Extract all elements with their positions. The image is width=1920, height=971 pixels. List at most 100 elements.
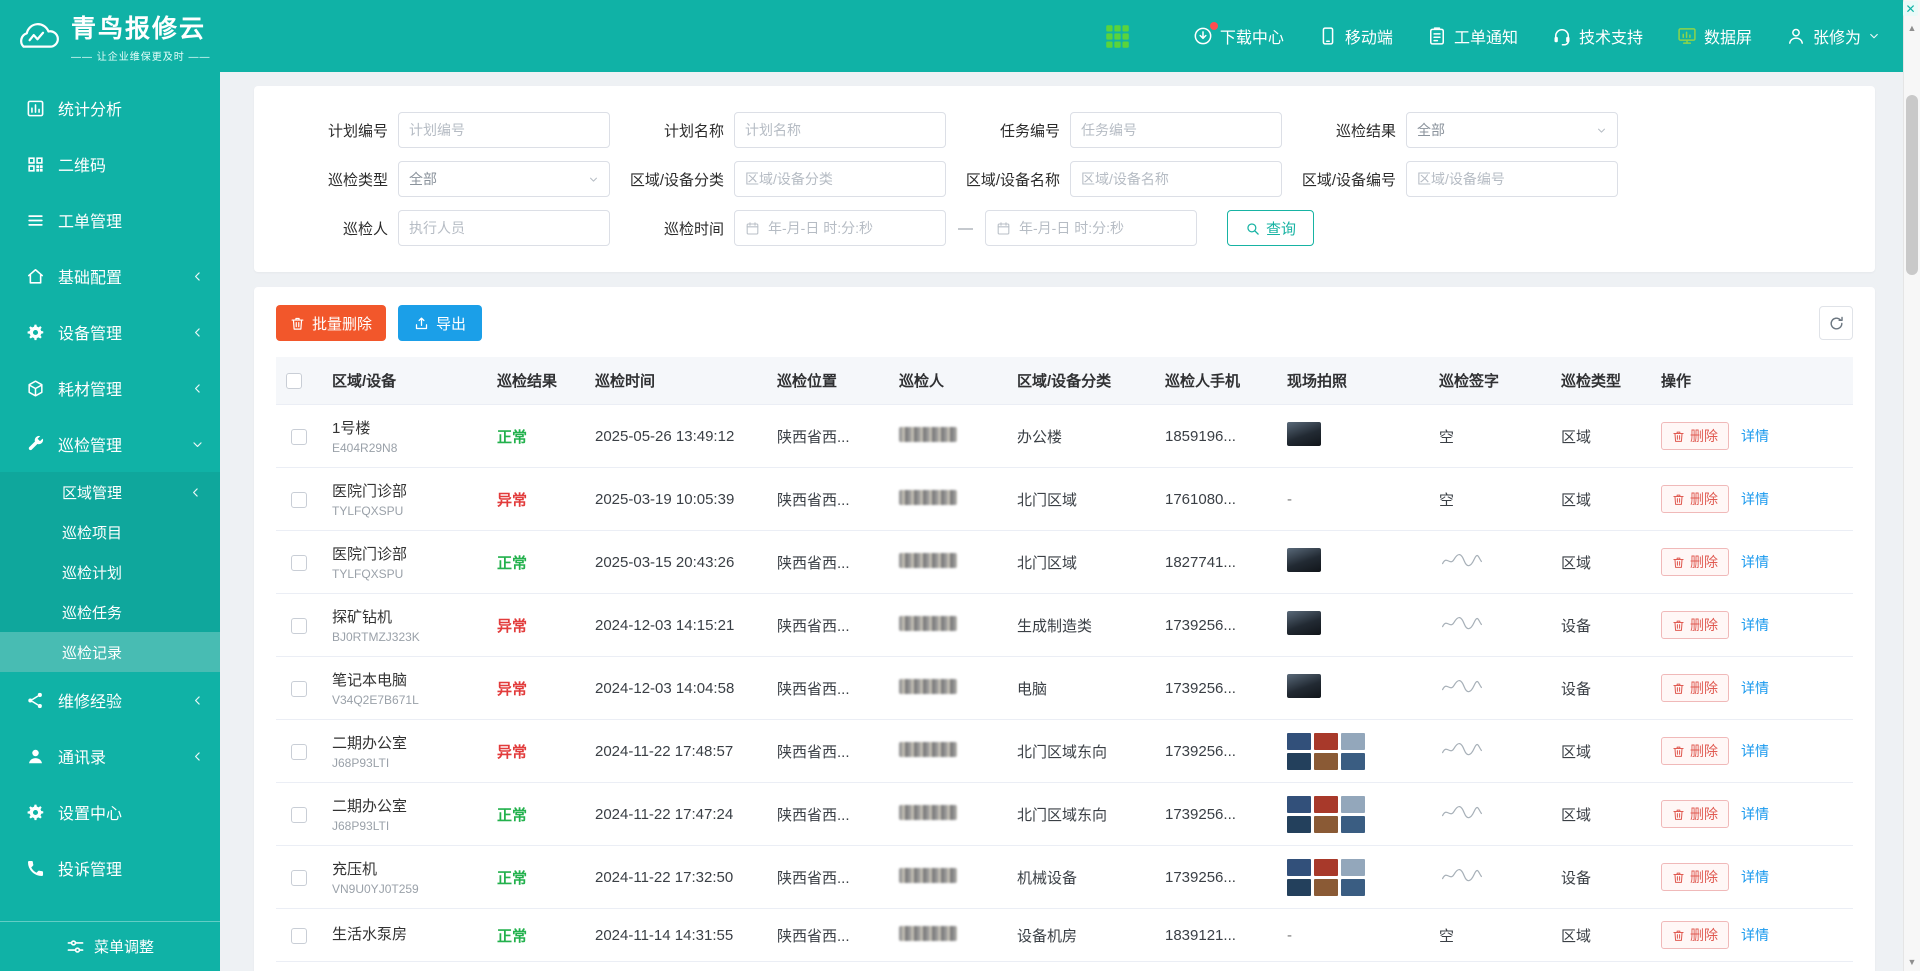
photo-thumb[interactable] (1287, 733, 1311, 750)
photo-thumbnails[interactable] (1287, 796, 1365, 833)
photo-thumb[interactable] (1314, 733, 1338, 750)
photo-thumbnail[interactable] (1287, 422, 1321, 446)
detail-link[interactable]: 详情 (1741, 554, 1769, 570)
photo-thumb[interactable] (1287, 796, 1311, 813)
detail-link[interactable]: 详情 (1741, 743, 1769, 759)
inspect-time-start-input[interactable]: 年-月-日 时:分:秒 (734, 210, 946, 246)
nav-workorder-notice[interactable]: 工单通知 (1427, 24, 1518, 48)
checkbox-cell (276, 594, 322, 657)
photo-thumb[interactable] (1341, 753, 1365, 770)
photo-thumb[interactable] (1341, 816, 1365, 833)
delete-button[interactable]: 删除 (1661, 485, 1729, 513)
row-checkbox[interactable] (291, 492, 307, 508)
row-checkbox[interactable] (291, 618, 307, 634)
delete-button[interactable]: 删除 (1661, 674, 1729, 702)
plan-name-input[interactable] (734, 112, 946, 148)
nav-user[interactable]: 张修为 (1786, 24, 1880, 48)
photo-thumbnail[interactable] (1287, 611, 1321, 635)
inspect-time-end-input[interactable]: 年-月-日 时:分:秒 (985, 210, 1197, 246)
photo-thumbnail[interactable] (1287, 548, 1321, 572)
photo-thumbnails[interactable] (1287, 859, 1365, 896)
photo-thumb[interactable] (1314, 879, 1338, 896)
task-no-input[interactable] (1070, 112, 1282, 148)
device-name-input[interactable] (1070, 161, 1282, 197)
row-checkbox[interactable] (291, 870, 307, 886)
delete-button[interactable]: 删除 (1661, 800, 1729, 828)
photo-thumb[interactable] (1314, 753, 1338, 770)
detail-link[interactable]: 详情 (1741, 680, 1769, 696)
delete-button[interactable]: 删除 (1661, 548, 1729, 576)
export-button[interactable]: 导出 (398, 305, 482, 341)
sidebar-item-qrcode[interactable]: 二维码 (0, 136, 220, 192)
detail-link[interactable]: 详情 (1741, 869, 1769, 885)
photo-thumb[interactable] (1314, 859, 1338, 876)
scrollbar-thumb[interactable] (1906, 95, 1918, 275)
sidebar-subitem-inspect-plans[interactable]: 巡检计划 (0, 552, 220, 592)
sidebar-item-repair-exp[interactable]: 维修经验 (0, 672, 220, 728)
row-checkbox[interactable] (291, 928, 307, 944)
photo-thumb[interactable] (1287, 816, 1311, 833)
app-logo[interactable]: 青鸟报修云 —— 让企业维保更及时 —— (0, 9, 230, 63)
sidebar-item-consumable[interactable]: 耗材管理 (0, 360, 220, 416)
sidebar-item-base-config[interactable]: 基础配置 (0, 248, 220, 304)
search-button[interactable]: 查询 (1227, 210, 1314, 246)
inspector-name-redacted (899, 427, 957, 442)
detail-link[interactable]: 详情 (1741, 428, 1769, 444)
photo-thumb[interactable] (1287, 859, 1311, 876)
scroll-up-arrow[interactable]: ▲ (1904, 19, 1920, 36)
photo-thumb[interactable] (1287, 879, 1311, 896)
row-checkbox[interactable] (291, 744, 307, 760)
plan-no-input[interactable] (398, 112, 610, 148)
detail-link[interactable]: 详情 (1741, 617, 1769, 633)
delete-button[interactable]: 删除 (1661, 611, 1729, 639)
row-checkbox[interactable] (291, 429, 307, 445)
close-icon[interactable]: ✕ (1903, 1, 1918, 16)
detail-link[interactable]: 详情 (1741, 491, 1769, 507)
sidebar-item-contacts[interactable]: 通讯录 (0, 728, 220, 784)
photo-thumb[interactable] (1341, 733, 1365, 750)
photo-thumb[interactable] (1341, 879, 1365, 896)
nav-apps[interactable] (1104, 23, 1131, 50)
inspector-input[interactable] (398, 210, 610, 246)
nav-tech-support[interactable]: 技术支持 (1552, 24, 1643, 48)
photo-thumbnail[interactable] (1287, 674, 1321, 698)
batch-delete-button[interactable]: 批量删除 (276, 305, 386, 341)
photo-thumb[interactable] (1341, 859, 1365, 876)
sidebar-item-stats[interactable]: 统计分析 (0, 80, 220, 136)
sidebar-subitem-inspect-items[interactable]: 巡检项目 (0, 512, 220, 552)
delete-button[interactable]: 删除 (1661, 737, 1729, 765)
detail-link[interactable]: 详情 (1741, 927, 1769, 943)
sidebar-subitem-area-mgmt[interactable]: 区域管理 (0, 472, 220, 512)
photo-thumb[interactable] (1287, 753, 1311, 770)
photo-thumb[interactable] (1341, 796, 1365, 813)
menu-adjust-button[interactable]: 菜单调整 (0, 921, 220, 971)
row-checkbox[interactable] (291, 807, 307, 823)
select-all-checkbox[interactable] (286, 373, 302, 389)
inspect-result-select[interactable]: 全部 (1406, 112, 1618, 148)
device-no-input[interactable] (1406, 161, 1618, 197)
inspect-type-select[interactable]: 全部 (398, 161, 610, 197)
photo-thumb[interactable] (1314, 816, 1338, 833)
refresh-button[interactable] (1819, 306, 1853, 340)
sidebar-item-inspection[interactable]: 巡检管理 (0, 416, 220, 472)
device-category-input[interactable] (734, 161, 946, 197)
delete-button[interactable]: 删除 (1661, 863, 1729, 891)
photo-thumb[interactable] (1314, 796, 1338, 813)
scroll-down-arrow[interactable]: ▼ (1904, 953, 1920, 970)
sidebar-item-workorder[interactable]: 工单管理 (0, 192, 220, 248)
row-checkbox[interactable] (291, 555, 307, 571)
sidebar-subitem-inspect-records[interactable]: 巡检记录 (0, 632, 220, 672)
nav-mobile[interactable]: 移动端 (1318, 24, 1393, 48)
delete-button[interactable]: 删除 (1661, 422, 1729, 450)
sidebar-item-complaints[interactable]: 投诉管理 (0, 840, 220, 896)
page-scrollbar[interactable]: ▲ ▼ (1903, 0, 1920, 971)
nav-data-screen[interactable]: 数据屏 (1677, 24, 1752, 48)
row-checkbox[interactable] (291, 681, 307, 697)
sidebar-item-device[interactable]: 设备管理 (0, 304, 220, 360)
sidebar-subitem-inspect-tasks[interactable]: 巡检任务 (0, 592, 220, 632)
photo-thumbnails[interactable] (1287, 733, 1365, 770)
detail-link[interactable]: 详情 (1741, 806, 1769, 822)
delete-button[interactable]: 删除 (1661, 921, 1729, 949)
nav-download-center[interactable]: 下载中心 (1193, 24, 1284, 48)
sidebar-item-settings[interactable]: 设置中心 (0, 784, 220, 840)
